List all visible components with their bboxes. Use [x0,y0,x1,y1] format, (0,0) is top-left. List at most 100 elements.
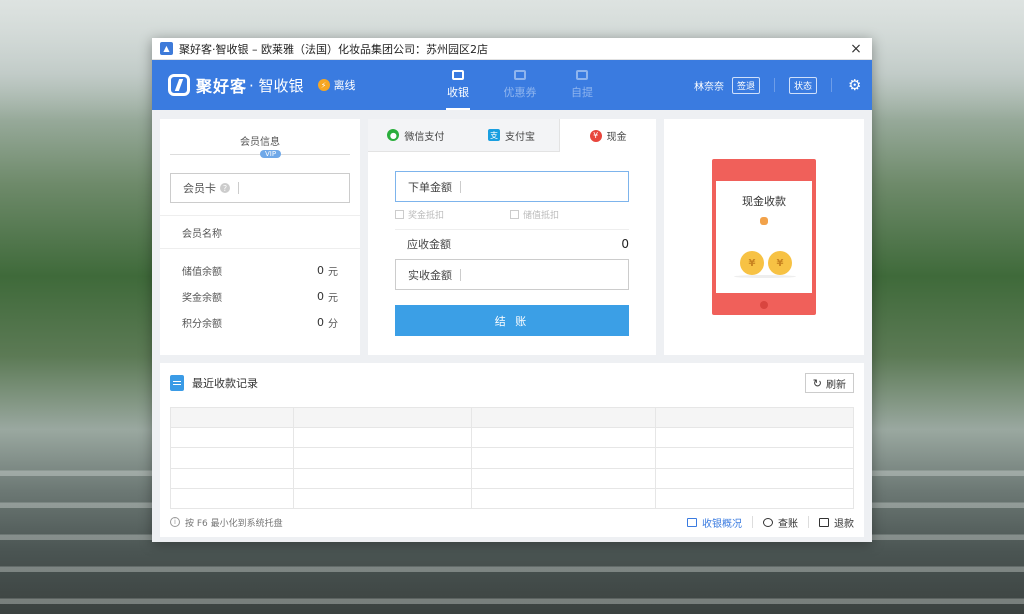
table-row[interactable] [170,487,855,510]
balance-unit: 元 [328,266,338,278]
app-header: 聚好客 · 智收银 ⚡ 离线 收银 优惠券 自提 林奈奈 签退 状态 ⚙ [152,60,872,110]
overview-link[interactable]: 收银概况 [687,515,742,530]
link-label: 退款 [834,518,854,530]
records-footer: i 按 F6 最小化到系统托盘 收银概况 查账 退款 [160,507,864,537]
table-header-row [170,406,855,429]
coins-illustration: ¥ ¥ [740,251,796,275]
member-name-row: 会员名称 [160,215,360,249]
hint: i 按 F6 最小化到系统托盘 [170,516,687,529]
tab-cashier[interactable]: 收银 [427,60,489,110]
table-cell [170,427,294,449]
logo-icon [168,74,190,96]
member-card-input[interactable]: 会员卡 ? [170,173,350,203]
close-button[interactable]: × [848,41,864,57]
balance-label: 奖金余额 [182,292,222,304]
received-amount-input[interactable]: 实收金额 [395,259,629,290]
info-icon: i [170,517,180,527]
tab-label: 支付宝 [505,131,535,143]
member-card-placeholder: 会员卡 [183,182,216,195]
title-bar: ▲ 聚好客·智收银 – 欧莱雅（法国）化妆品集团公司：苏州园区2店 × [152,38,872,60]
balance-label: 积分余额 [182,318,222,330]
audit-link[interactable]: 查账 [763,515,798,530]
tab-alipay[interactable]: 支 支付宝 [463,119,560,152]
records-header: 最近收款记录 ↻ 刷新 [160,363,864,403]
bolt-icon: ⚡ [317,79,330,91]
divider [773,78,775,92]
refund-link[interactable]: 退款 [819,515,854,530]
wechat-icon: ● [387,129,400,141]
table-cell [292,467,472,489]
user-area: 林奈奈 签退 状态 ⚙ [694,60,862,110]
connection-status[interactable]: ⚡ 离线 [317,77,356,93]
checkbox-label: 储值抵扣 [523,211,560,221]
table-cell [292,406,472,429]
member-panel: 会员信息 VIP 会员卡 ? 会员名称 储值余额 0 元 奖金余额 0 元 积分… [160,119,360,355]
balance-row-stored: 储值余额 0 元 [160,257,360,283]
table-cell [654,447,855,469]
yuan-icon: ¥ [589,129,602,142]
balance-value: 0 [317,263,324,277]
table-cell [470,427,656,449]
connection-status-label: 离线 [333,79,356,92]
table-cell [654,467,855,489]
tab-cash[interactable]: ¥ 现金 [559,119,657,152]
money-bag-icon [760,217,768,225]
records-title: 最近收款记录 [192,377,258,390]
coin-icon: ¥ [768,251,792,275]
deduction-options: 奖金抵扣 储值抵扣 [395,208,629,221]
tab-wechat-pay[interactable]: ● 微信支付 [368,119,464,152]
amount-due-row: 应收金额 0 [395,229,629,257]
tab-coupon[interactable]: 优惠券 [489,60,551,110]
window-title: 聚好客·智收银 – 欧莱雅（法国）化妆品集团公司：苏州园区2店 [179,42,488,56]
divider [752,516,753,528]
app-icon: ▲ [160,42,173,55]
table-row[interactable] [170,427,855,449]
amount-due-value: 0 [621,236,629,251]
refresh-button[interactable]: ↻ 刷新 [804,373,854,393]
balance-row-bonus: 奖金余额 0 元 [160,283,360,309]
table-row[interactable] [170,447,855,469]
input-caret [460,268,461,281]
tab-label: 现金 [606,132,627,143]
status-button[interactable]: 状态 [788,76,817,94]
cash-device-illustration: 现金收款 ¥ ¥ [712,159,816,315]
divider [808,516,809,528]
table-row[interactable] [170,467,855,489]
checkbox-label: 奖金抵扣 [408,211,445,221]
sign-out-button[interactable]: 签退 [731,76,760,94]
received-amount-placeholder: 实收金额 [408,268,452,282]
checkout-button[interactable]: 结 账 [395,305,629,336]
overview-icon [687,517,697,527]
payment-tabs: ● 微信支付 支 支付宝 ¥ 现金 [368,119,657,152]
cash-screen: 现金收款 ¥ ¥ [716,181,812,293]
table-cell [470,467,656,489]
brand-name: 聚好客 [196,77,248,96]
help-icon[interactable]: ? [220,183,230,193]
pickup-icon [576,70,588,80]
table-cell [470,406,656,429]
order-amount-input[interactable]: 下单金额 [395,171,629,202]
brand-subtitle: · 智收银 [249,76,304,95]
tab-pickup[interactable]: 自提 [551,60,613,110]
stored-deduction-checkbox[interactable]: 储值抵扣 [510,208,625,221]
checkbox-box [395,210,404,219]
table-cell [654,406,855,429]
link-label: 收银概况 [702,518,742,530]
cash-title: 现金收款 [742,195,786,208]
table-cell [292,447,472,469]
tab-label: 微信支付 [404,131,445,143]
table-cell [292,487,472,510]
balance-unit: 分 [328,318,338,330]
user-name: 林奈奈 [693,81,724,93]
records-table [170,406,855,510]
cashier-icon [452,70,464,80]
cash-illustration-panel: 现金收款 ¥ ¥ [664,119,864,355]
tab-label: 优惠券 [503,86,537,99]
main-nav: 收银 优惠券 自提 [427,60,613,110]
brand: 聚好客 · 智收银 [168,73,304,97]
bonus-deduction-checkbox[interactable]: 奖金抵扣 [395,208,510,221]
refresh-icon: ↻ [812,376,822,390]
table-cell [470,447,656,469]
gear-icon[interactable]: ⚙ [848,78,862,93]
amount-due-label: 应收金额 [407,237,451,251]
